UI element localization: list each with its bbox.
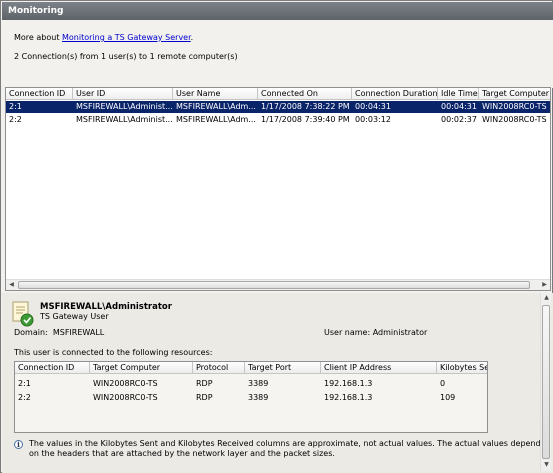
kilobytes-note: The values in the Kilobytes Sent and Kil…: [29, 439, 541, 458]
cell: 00:02:37: [441, 115, 477, 124]
resources-caption: This user is connected to the following …: [14, 348, 213, 357]
details-vscrollbar[interactable]: ▲ ▼: [540, 293, 551, 471]
cell: RDP: [196, 393, 213, 402]
table-row[interactable]: 2:1 WIN2008RC0-TS RDP 3389 192.168.1.3 0: [15, 378, 487, 390]
more-about-prefix: More about: [14, 33, 62, 42]
col-connection-id[interactable]: Connection ID: [6, 88, 73, 100]
cell: 1/17/2008 7:38:22 PM: [261, 102, 350, 111]
domain-label: Domain:: [14, 328, 48, 337]
scroll-up-icon[interactable]: ▲: [541, 293, 552, 303]
connection-summary: 2 Connection(s) from 1 user(s) to 1 remo…: [14, 52, 238, 61]
domain-field: Domain: MSFIREWALL: [14, 328, 104, 337]
col-target-computer[interactable]: Target Computer: [479, 88, 550, 100]
col-res-target-computer[interactable]: Target Computer: [90, 362, 193, 374]
cell: WIN2008RC0-TS: [482, 115, 547, 124]
cell: MSFIREWALL\Administ...: [76, 115, 173, 124]
connections-list[interactable]: Connection ID User ID User Name Connecte…: [5, 87, 551, 291]
connections-hscrollbar[interactable]: ◀ ▶: [6, 279, 550, 290]
table-row[interactable]: 2:1 MSFIREWALL\Administ... MSFIREWALL\Ad…: [6, 101, 550, 113]
username-label: User name:: [324, 328, 371, 337]
scroll-right-icon[interactable]: ▶: [539, 280, 550, 290]
scroll-left-icon[interactable]: ◀: [6, 280, 17, 290]
monitoring-window: Monitoring More about Monitoring a TS Ga…: [0, 0, 553, 473]
monitoring-help-link[interactable]: Monitoring a TS Gateway Server: [62, 33, 191, 42]
table-row[interactable]: 2:2 WIN2008RC0-TS RDP 3389 192.168.1.3 1…: [15, 392, 487, 404]
cell: RDP: [196, 379, 213, 388]
scroll-down-icon[interactable]: ▼: [541, 460, 552, 470]
cell: 2:2: [9, 115, 22, 124]
cell: 2:2: [18, 393, 31, 402]
cell: MSFIREWALL\Adm...: [176, 102, 256, 111]
username-value: Administrator: [372, 328, 428, 337]
panel-title: Monitoring: [2, 2, 553, 20]
cell: 2:1: [9, 102, 22, 111]
details-user-type: TS Gateway User: [40, 312, 109, 321]
scroll-thumb[interactable]: [18, 281, 530, 289]
cell: 192.168.1.3: [324, 379, 373, 388]
info-icon: i: [14, 440, 23, 449]
cell: 00:03:12: [355, 115, 391, 124]
col-connection-duration[interactable]: Connection Duration: [352, 88, 438, 100]
username-field: User name: Administrator: [324, 328, 427, 337]
cell: 2:1: [18, 379, 31, 388]
domain-value: MSFIREWALL: [52, 328, 105, 337]
col-res-connection-id[interactable]: Connection ID: [15, 362, 90, 374]
cell: WIN2008RC0-TS: [93, 379, 158, 388]
table-row[interactable]: 2:2 MSFIREWALL\Administ... MSFIREWALL\Ad…: [6, 114, 550, 126]
col-user-id[interactable]: User ID: [73, 88, 173, 100]
cell: WIN2008RC0-TS: [93, 393, 158, 402]
resources-list[interactable]: Connection ID Target Computer Protocol T…: [14, 361, 488, 433]
col-idle-time[interactable]: Idle Time: [438, 88, 479, 100]
resources-header: Connection ID Target Computer Protocol T…: [15, 362, 487, 374]
col-connected-on[interactable]: Connected On: [258, 88, 352, 100]
col-user-name[interactable]: User Name: [173, 88, 258, 100]
cell: 192.168.1.3: [324, 393, 373, 402]
cell: MSFIREWALL\Adm...: [176, 115, 256, 124]
info-area: More about Monitoring a TS Gateway Serve…: [2, 20, 553, 88]
scroll-thumb[interactable]: [542, 305, 550, 459]
cell: 3389: [248, 379, 269, 388]
cell: 00:04:31: [441, 102, 477, 111]
connections-header: Connection ID User ID User Name Connecte…: [6, 88, 550, 100]
cell: 0: [440, 379, 446, 388]
cell: 1/17/2008 7:39:40 PM: [261, 115, 350, 124]
cell: 00:04:31: [355, 102, 391, 111]
cell: 3389: [248, 393, 269, 402]
user-details-panel: MSFIREWALL\Administrator TS Gateway User…: [2, 293, 553, 473]
more-about-text: More about Monitoring a TS Gateway Serve…: [14, 33, 193, 42]
user-certificate-icon: [12, 301, 34, 327]
more-about-suffix: .: [190, 33, 194, 42]
cell: 109: [440, 393, 456, 402]
col-res-target-port[interactable]: Target Port: [245, 362, 321, 374]
cell: MSFIREWALL\Administ...: [76, 102, 173, 111]
details-user-name: MSFIREWALL\Administrator: [40, 302, 172, 312]
cell: WIN2008RC0-TS: [482, 102, 547, 111]
col-res-client-ip[interactable]: Client IP Address: [321, 362, 437, 374]
col-res-kilobytes-sent[interactable]: Kilobytes Sen: [437, 362, 487, 374]
col-res-protocol[interactable]: Protocol: [193, 362, 245, 374]
